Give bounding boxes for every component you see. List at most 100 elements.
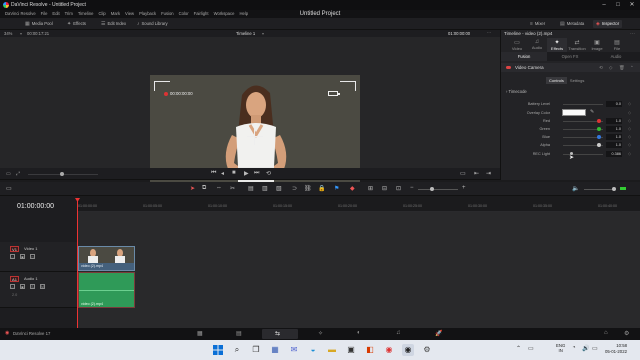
menu-fusion[interactable]: Fusion — [161, 10, 174, 18]
auto-select-icon[interactable]: ▣ — [20, 284, 25, 289]
effect-enable-toggle[interactable] — [506, 66, 511, 69]
viewer-options-icon[interactable]: ⋯ — [487, 30, 491, 35]
cut-page-icon[interactable]: ▤ — [236, 330, 242, 337]
lock-track-icon[interactable]: ⌂ — [10, 254, 15, 259]
menu-file[interactable]: File — [41, 10, 48, 18]
marker-icon[interactable]: ◆ — [350, 185, 355, 192]
fairlight-page-icon[interactable]: ♫ — [396, 330, 401, 336]
deliver-page-icon[interactable]: 🚀 — [435, 330, 442, 337]
param-reset-icon[interactable]: ◇ — [628, 126, 631, 131]
tab-file[interactable]: ▤ File — [607, 38, 627, 52]
eyedropper-icon[interactable]: ✎ — [590, 109, 594, 115]
viewer-expand-icon[interactable]: ⤢ — [16, 171, 20, 177]
menu-clip[interactable]: Clip — [99, 10, 106, 18]
param-value[interactable]: 0.0 — [606, 101, 622, 107]
menu-workspace[interactable]: Workspace — [214, 10, 235, 18]
flag-icon[interactable]: ⚑ — [334, 185, 339, 192]
menu-playback[interactable]: Playback — [139, 10, 156, 18]
timeline-zoom-handle[interactable] — [430, 187, 434, 191]
lock-track-icon[interactable]: ⌂ — [10, 284, 15, 289]
task-view-icon[interactable]: ❐ — [250, 344, 262, 356]
auto-select-icon[interactable]: ▣ — [20, 254, 25, 259]
search-icon[interactable]: ⌕ — [231, 344, 243, 356]
tab-video[interactable]: ▭ Video — [507, 38, 527, 52]
tab-image[interactable]: ▣ Image — [587, 38, 607, 52]
chrome-icon[interactable]: ◉ — [383, 344, 395, 356]
insert-clip-icon[interactable]: ▤ — [248, 185, 254, 192]
param-reset-icon[interactable]: ◇ — [628, 110, 631, 115]
audio-clip[interactable]: video (2).mp4 — [78, 272, 135, 308]
mute-icon[interactable]: 🔈 — [572, 185, 579, 192]
jog-handle[interactable] — [60, 172, 64, 176]
close-button[interactable]: ✕ — [626, 1, 638, 9]
tab-audio[interactable]: ♫ Audio — [527, 38, 547, 52]
timeline-viewer[interactable]: 00:00:00:00 — [0, 37, 500, 197]
menu-edit[interactable]: Edit — [52, 10, 59, 18]
controls-tab[interactable]: Controls — [546, 77, 567, 84]
home-icon[interactable]: ⌂ — [604, 330, 608, 336]
param-reset-icon[interactable]: ◇ — [628, 151, 631, 156]
subtab-open-fx[interactable]: Open FX — [547, 52, 593, 61]
param-value[interactable]: 1.0 — [606, 142, 622, 148]
disable-video-icon[interactable]: ▭ — [30, 254, 35, 259]
settings-taskbar-icon[interactable]: ⚙ — [421, 344, 433, 356]
param-slider[interactable] — [563, 103, 603, 105]
effect-header[interactable]: Video Camera ⟲ ◇ 🗑 ⌃ — [501, 63, 640, 72]
param-value[interactable]: 1.0 — [606, 126, 622, 132]
edit-index-button[interactable]: ☰ Edit Index — [98, 20, 129, 28]
overwrite-clip-icon[interactable]: ▥ — [262, 185, 268, 192]
file-explorer-icon[interactable]: ▬ — [326, 344, 338, 356]
param-reset-icon[interactable]: ◇ — [628, 118, 631, 123]
param-value[interactable]: 1.0 — [606, 118, 622, 124]
timecode-section[interactable]: › Timecode — [506, 89, 527, 94]
volume-slider[interactable] — [584, 189, 614, 190]
edge-browser-icon[interactable]: ◒ — [307, 344, 319, 356]
color-swatch[interactable] — [562, 109, 586, 116]
zoom-full-icon[interactable]: ⊞ — [368, 185, 373, 192]
stop-icon[interactable]: ■ — [232, 170, 236, 176]
menu-mark[interactable]: Mark — [111, 10, 120, 18]
sound-library-button[interactable]: ♪ Sound Library — [134, 20, 171, 28]
tab-transition[interactable]: ⇄ Transition — [567, 38, 587, 52]
media-pool-button[interactable]: ▦ Media Pool — [22, 20, 56, 28]
param-value[interactable]: 0.386 — [606, 151, 622, 157]
settings-tab[interactable]: Settings — [567, 77, 587, 84]
blade-tool-icon[interactable]: ✂ — [230, 185, 235, 192]
effect-reset-icon[interactable]: ⟲ — [599, 63, 603, 72]
timeline-dropdown-icon[interactable]: ▾ — [262, 31, 264, 36]
menu-view[interactable]: View — [125, 10, 134, 18]
snapping-icon[interactable]: ⊃ — [292, 185, 297, 192]
go-to-start-icon[interactable]: ⏮ — [211, 170, 216, 177]
param-reset-icon[interactable]: ◇ — [628, 101, 631, 106]
menu-timeline[interactable]: Timeline — [78, 10, 94, 18]
minimize-button[interactable]: – — [598, 1, 610, 9]
volume-icon[interactable]: 🔊 — [582, 345, 589, 352]
trim-tool-icon[interactable]: ⧉ — [202, 185, 206, 192]
maximize-button[interactable]: □ — [612, 1, 624, 9]
timeline-tracks-area[interactable] — [78, 212, 640, 328]
menu-trim[interactable]: Trim — [65, 10, 73, 18]
next-edit-icon[interactable]: ⇥ — [486, 170, 491, 177]
param-value[interactable]: 1.0 — [606, 134, 622, 140]
zoom-custom-icon[interactable]: ⊡ — [396, 185, 401, 192]
effect-keyframe-icon[interactable]: ◇ — [609, 63, 612, 72]
effect-collapse-icon[interactable]: ⌃ — [630, 63, 634, 72]
zoom-out-icon[interactable]: − — [410, 185, 414, 191]
media-page-icon[interactable]: ▦ — [197, 330, 203, 337]
office-icon[interactable]: ◧ — [364, 344, 376, 356]
zoom-dropdown-icon[interactable]: ▾ — [20, 31, 22, 36]
param-reset-icon[interactable]: ◇ — [628, 134, 631, 139]
tray-chevron-icon[interactable]: ⌃ — [516, 345, 521, 352]
davinci-resolve-taskbar-icon[interactable]: ◉ — [402, 344, 414, 356]
linked-selection-icon[interactable]: ⛓ — [304, 185, 312, 192]
viewer-menu-icon[interactable]: ▭ — [6, 171, 11, 177]
settings-gear-icon[interactable]: ⚙ — [624, 330, 629, 337]
wifi-icon[interactable]: ◔ — [572, 345, 576, 351]
widgets-icon[interactable]: ▦ — [269, 344, 281, 356]
tab-effects[interactable]: ✦ Effects — [547, 38, 567, 52]
zoom-in-icon[interactable]: + — [462, 185, 466, 191]
param-reset-icon[interactable]: ◇ — [628, 142, 631, 147]
solo-button[interactable]: S — [30, 284, 35, 289]
video-clip[interactable]: video (2).mp4 — [78, 246, 135, 271]
mixer-button[interactable]: ≡ Mixer — [527, 20, 548, 28]
